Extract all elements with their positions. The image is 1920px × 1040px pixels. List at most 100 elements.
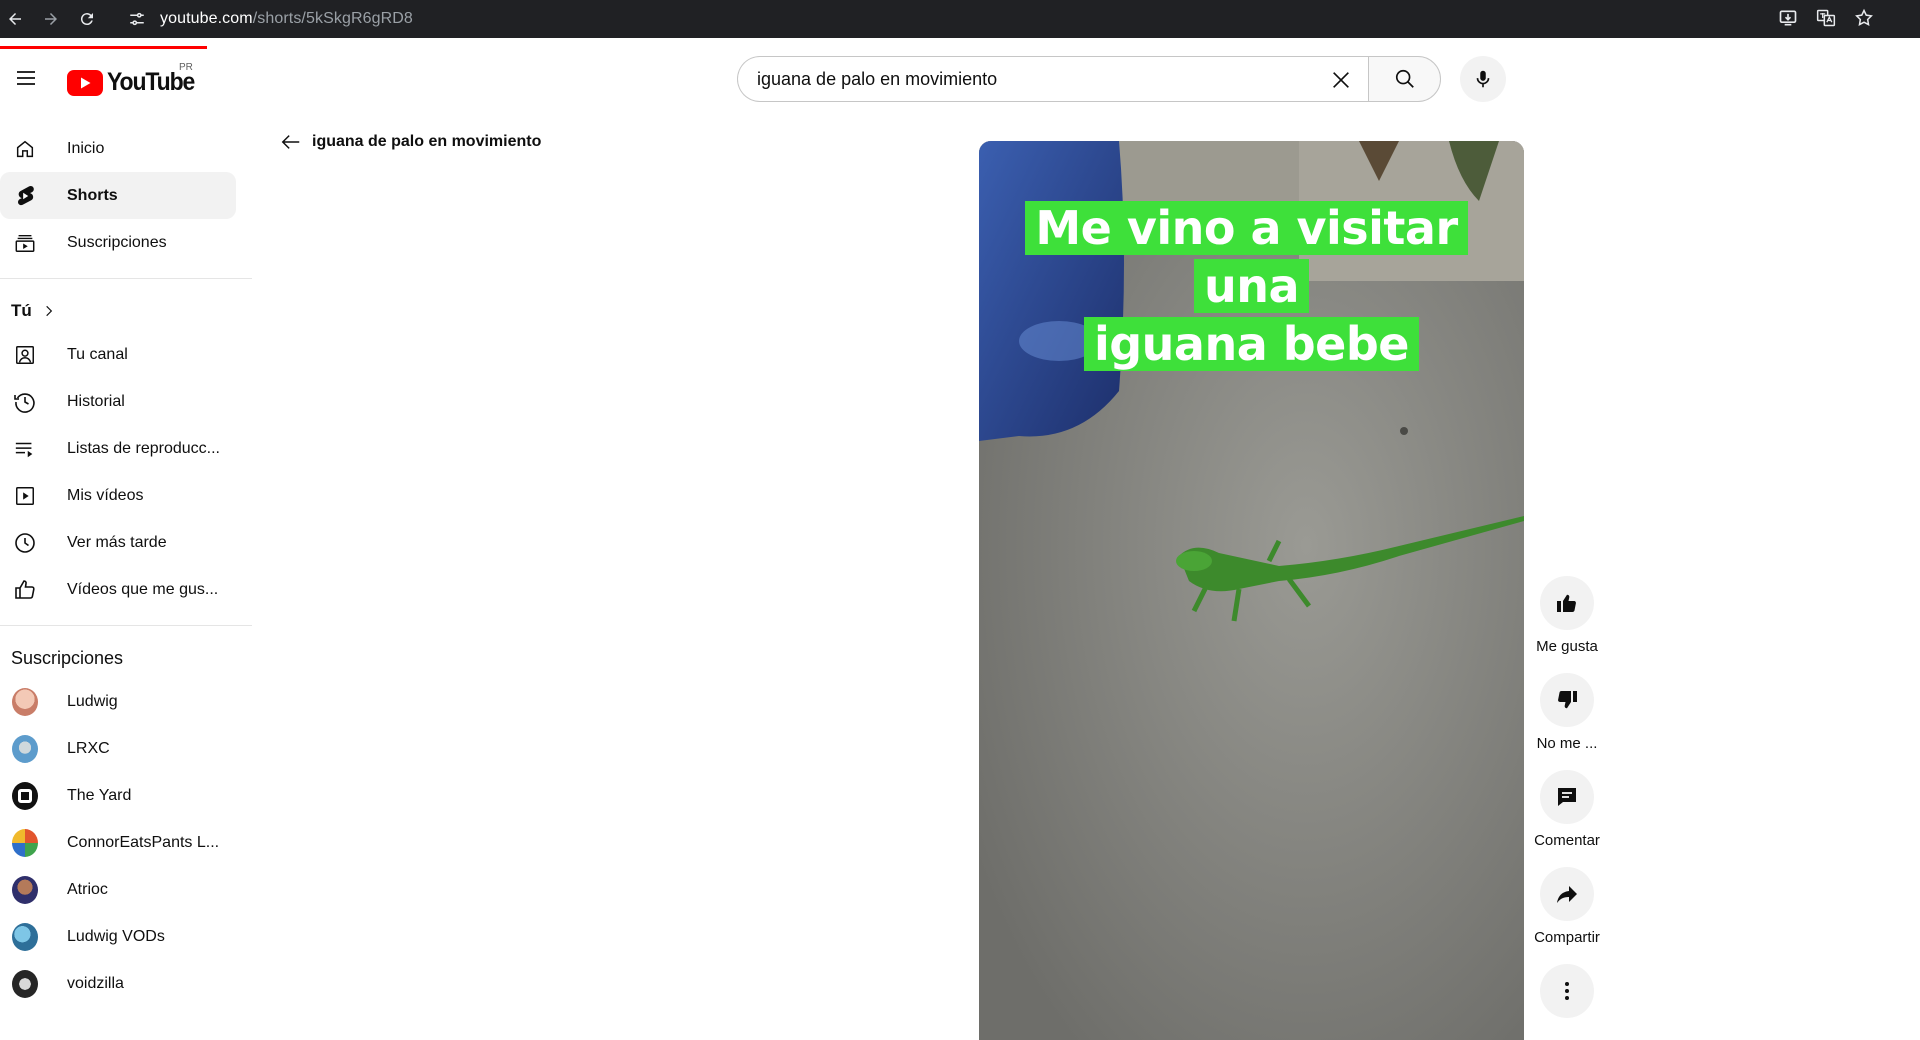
short-actions: Me gusta No me ... Comentar Compartir — [1522, 576, 1612, 1036]
sidebar-item-suscripciones[interactable]: Suscripciones — [0, 219, 236, 266]
browser-toolbar: youtube.com/shorts/5kSkgR6gRD8 — [0, 0, 1920, 38]
sidebar-item-label: Tu canal — [67, 345, 128, 363]
section-you-label: Tú — [11, 301, 32, 320]
shorts-icon — [12, 183, 38, 209]
home-icon — [12, 136, 38, 162]
sidebar-item-label: Historial — [67, 392, 125, 410]
subscription-lrxc[interactable]: LRXC — [0, 725, 236, 772]
subscription-voidzilla[interactable]: voidzilla — [0, 960, 236, 1007]
channel-icon — [12, 342, 38, 368]
sidebar-item-label: Ver más tarde — [67, 533, 167, 551]
subscription-connoreatspants[interactable]: ConnorEatsPants L... — [0, 819, 236, 866]
address-bar[interactable]: youtube.com/shorts/5kSkgR6gRD8 — [126, 4, 1766, 34]
sidebar-item-mis-videos[interactable]: Mis vídeos — [0, 472, 236, 519]
subscription-label: ConnorEatsPants L... — [67, 833, 220, 851]
dislike-label: No me ... — [1536, 735, 1598, 752]
subscription-ludwig[interactable]: Ludwig — [0, 678, 236, 725]
my-videos-icon — [12, 483, 38, 509]
site-settings-icon[interactable] — [126, 8, 148, 30]
comment-action: Comentar — [1522, 770, 1612, 849]
subscription-label: Ludwig VODs — [67, 927, 165, 945]
subscription-label: The Yard — [67, 786, 132, 804]
sidebar-item-ver-mas-tarde[interactable]: Ver más tarde — [0, 519, 236, 566]
dislike-button[interactable] — [1540, 673, 1594, 727]
sidebar-item-label: Suscripciones — [67, 233, 167, 251]
share-icon — [1557, 886, 1577, 903]
subscription-label: voidzilla — [67, 974, 124, 992]
video-caption-line: iguana bebe — [1083, 317, 1420, 371]
url-host: youtube.com — [160, 10, 253, 27]
forward-icon[interactable] — [36, 4, 66, 34]
comment-icon — [1558, 788, 1576, 806]
youtube-play-icon — [67, 69, 103, 96]
avatar — [12, 734, 38, 763]
subscription-label: Ludwig — [67, 692, 118, 710]
watch-later-icon — [12, 530, 38, 556]
subscription-label: LRXC — [67, 739, 110, 757]
share-action: Compartir — [1522, 867, 1612, 946]
arrow-left-icon — [278, 129, 304, 155]
sidebar-item-label: Shorts — [67, 186, 118, 204]
subscription-the-yard[interactable]: The Yard — [0, 772, 236, 819]
sidebar-item-historial[interactable]: Historial — [0, 378, 236, 425]
chevron-right-icon — [42, 304, 56, 318]
voice-search-button[interactable] — [1460, 56, 1506, 102]
comment-button[interactable] — [1540, 770, 1594, 824]
back-icon[interactable] — [0, 4, 30, 34]
install-app-icon[interactable] — [1776, 6, 1800, 30]
like-label: Me gusta — [1536, 638, 1598, 655]
video-caption-line: Me vino a visitar una — [1025, 201, 1468, 313]
sidebar-divider — [0, 625, 252, 626]
back-to-search-link[interactable]: iguana de palo en movimiento — [278, 129, 541, 155]
like-button[interactable] — [1540, 576, 1594, 630]
search-box — [737, 56, 1368, 102]
like-action: Me gusta — [1522, 576, 1612, 655]
sidebar-item-label: Vídeos que me gus... — [67, 580, 219, 598]
subscriptions-section-title: Suscripciones — [11, 647, 124, 668]
clear-search-icon[interactable] — [1328, 67, 1354, 93]
avatar — [12, 781, 38, 810]
search-icon — [1395, 69, 1414, 88]
short-video-player[interactable]: Me vino a visitar una iguana bebe — [979, 141, 1524, 1040]
subscription-ludwig-vods[interactable]: Ludwig VODs — [0, 913, 236, 960]
sidebar: Inicio Shorts Suscripciones Tú Tu canal … — [0, 125, 252, 1007]
video-caption: Me vino a visitar una iguana bebe — [979, 199, 1524, 373]
more-vertical-icon — [1565, 982, 1569, 1000]
comment-label: Comentar — [1534, 832, 1600, 849]
avatar — [12, 922, 38, 951]
reload-icon[interactable] — [72, 4, 102, 34]
translate-icon[interactable] — [1814, 6, 1838, 30]
url-path: /shorts/5kSkgR6gRD8 — [252, 10, 413, 27]
menu-icon[interactable] — [10, 62, 42, 94]
share-button[interactable] — [1540, 867, 1594, 921]
avatar — [12, 687, 38, 716]
sidebar-item-label: Listas de reproducc... — [67, 439, 220, 457]
avatar — [12, 969, 38, 998]
history-icon — [12, 389, 38, 415]
subscription-atrioc[interactable]: Atrioc — [0, 866, 236, 913]
share-label: Compartir — [1534, 929, 1600, 946]
sidebar-item-inicio[interactable]: Inicio — [0, 125, 236, 172]
sidebar-item-shorts[interactable]: Shorts — [0, 172, 236, 219]
more-options-button[interactable] — [1540, 964, 1594, 1018]
sidebar-item-tu-canal[interactable]: Tu canal — [0, 331, 236, 378]
sidebar-item-listas[interactable]: Listas de reproducc... — [0, 425, 236, 472]
liked-videos-icon — [12, 577, 38, 603]
url-text: youtube.com/shorts/5kSkgR6gRD8 — [160, 10, 413, 28]
sidebar-item-videos-me-gustan[interactable]: Vídeos que me gus... — [0, 566, 236, 613]
region-code: PR — [179, 62, 193, 73]
sidebar-item-label: Inicio — [67, 139, 105, 157]
sidebar-section-you[interactable]: Tú — [0, 291, 252, 331]
youtube-logo[interactable]: YouTube PR — [67, 62, 202, 97]
masthead: YouTube PR — [0, 46, 1920, 110]
bookmark-star-icon[interactable] — [1852, 6, 1876, 30]
microphone-icon — [1476, 70, 1490, 88]
search-input[interactable] — [757, 68, 1297, 90]
sidebar-item-label: Mis vídeos — [67, 486, 144, 504]
search-button[interactable] — [1368, 56, 1441, 102]
subscriptions-icon — [12, 230, 38, 256]
playlists-icon — [12, 436, 38, 462]
thumbs-up-icon — [1557, 594, 1576, 612]
more-action — [1522, 964, 1612, 1018]
avatar — [12, 828, 38, 857]
